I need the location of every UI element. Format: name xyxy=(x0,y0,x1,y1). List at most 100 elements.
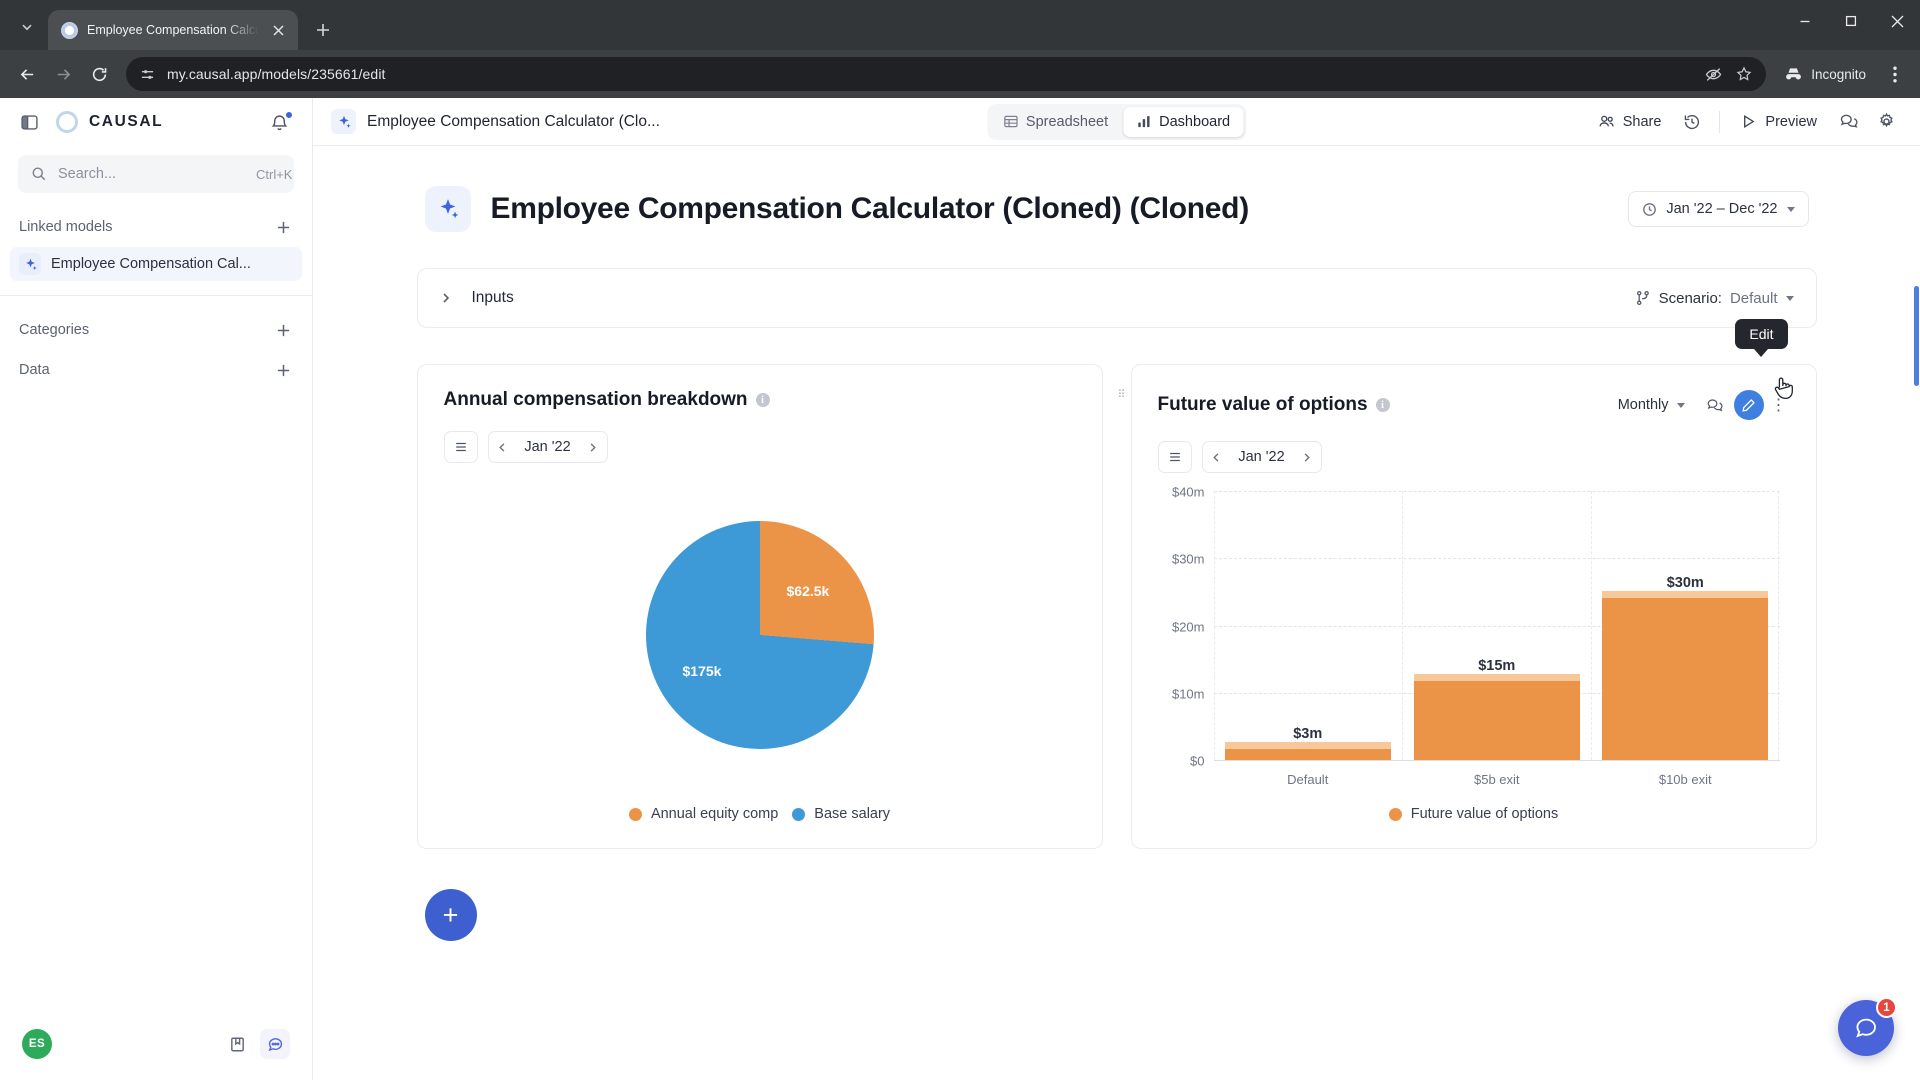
reload-icon[interactable] xyxy=(82,57,116,91)
back-arrow-icon[interactable] xyxy=(10,57,44,91)
causal-logo-icon xyxy=(56,111,78,133)
page-title: Employee Compensation Calculator (Cloned… xyxy=(490,192,1250,225)
support-chat-button[interactable]: 1 xyxy=(1838,997,1897,1056)
scenario-value: Default xyxy=(1729,289,1778,307)
tab-dashboard[interactable]: Dashboard xyxy=(1123,106,1244,137)
window-close-icon[interactable] xyxy=(1874,0,1920,42)
tab-label: Spreadsheet xyxy=(1025,113,1109,130)
legend-item[interactable]: Base salary xyxy=(792,806,890,822)
brand-logo[interactable]: CAUSAL xyxy=(56,111,163,133)
x-tick-label: $10b exit xyxy=(1658,772,1712,787)
view-tabs: Spreadsheet Dashboard xyxy=(986,103,1247,140)
pie-chart-area: $62.5k $175k xyxy=(444,469,1076,800)
card-drag-handle[interactable]: ⠿ xyxy=(1118,390,1132,401)
tab-spreadsheet[interactable]: Spreadsheet xyxy=(990,107,1121,137)
dashboard-canvas: Employee Compensation Calculator (Cloned… xyxy=(313,146,1920,1080)
tab-search-icon[interactable] xyxy=(10,10,44,44)
period-label: Jan '22 xyxy=(524,439,571,455)
edit-chart-button[interactable] xyxy=(1733,390,1764,420)
legend-label: Annual equity comp xyxy=(650,806,779,822)
window-controls xyxy=(1782,0,1920,42)
maximize-icon[interactable] xyxy=(1828,0,1874,42)
legend-label: Future value of options xyxy=(1410,806,1559,822)
page-settings-icon[interactable] xyxy=(140,67,155,82)
sidebar-header: CAUSAL xyxy=(0,98,312,146)
scrollbar[interactable] xyxy=(1914,194,1920,1080)
search-icon xyxy=(31,166,47,182)
info-icon[interactable]: i xyxy=(1375,398,1390,412)
avatar[interactable]: ES xyxy=(22,1029,52,1059)
card-header: Future value of options i Monthly ⋮ xyxy=(1158,389,1790,421)
model-breadcrumb[interactable]: Employee Compensation Calculator (Clo... xyxy=(331,109,660,134)
incognito-indicator[interactable]: Incognito xyxy=(1776,59,1878,89)
period-next-button[interactable] xyxy=(1293,442,1321,472)
chevron-right-icon[interactable] xyxy=(440,292,458,304)
legend-item[interactable]: Annual equity comp xyxy=(628,806,779,822)
add-linked-model-button[interactable] xyxy=(273,217,293,237)
legend-item[interactable]: Future value of options xyxy=(1388,806,1559,822)
star-icon[interactable] xyxy=(1736,66,1752,82)
period-prev-button[interactable] xyxy=(1203,442,1231,472)
bar[interactable]: $30m xyxy=(1602,575,1769,760)
scenario-branch-icon xyxy=(1635,290,1651,306)
app-topbar: Employee Compensation Calculator (Clo...… xyxy=(313,98,1920,146)
bar-chart[interactable]: $40m $30m $20m $10m $0 $3m Default $15m … xyxy=(1158,479,1790,800)
date-range-selector[interactable]: Jan '22 – Dec '22 xyxy=(1628,191,1809,227)
share-button[interactable]: Share xyxy=(1589,106,1671,138)
forward-arrow-icon[interactable] xyxy=(46,57,80,91)
bar[interactable]: $15m xyxy=(1413,658,1580,760)
bar-group[interactable]: $15m $5b exit xyxy=(1413,658,1580,787)
spreadsheet-icon xyxy=(1003,114,1018,129)
search-shortcut-label: Ctrl+K xyxy=(256,166,293,182)
add-data-button[interactable] xyxy=(273,360,293,380)
chart-toolbar: Jan '22 xyxy=(443,431,1076,463)
bar[interactable]: $3m xyxy=(1224,726,1391,760)
support-chat-icon[interactable] xyxy=(260,1029,290,1059)
new-tab-button[interactable] xyxy=(308,15,338,45)
period-next-button[interactable] xyxy=(579,432,607,462)
inputs-label: Inputs xyxy=(471,289,514,306)
chevron-down-icon xyxy=(1785,295,1794,301)
tab-title: Employee Compensation Calcu xyxy=(87,23,259,37)
minimize-icon[interactable] xyxy=(1782,0,1828,42)
browser-window: Employee Compensation Calcu my.causal.ap… xyxy=(0,0,1920,1080)
address-bar[interactable]: my.causal.app/models/235661/edit xyxy=(126,57,1767,91)
granularity-selector[interactable]: Monthly xyxy=(1607,389,1696,421)
model-sparkle-icon xyxy=(19,253,41,275)
add-widget-button[interactable]: + xyxy=(424,889,477,941)
sidebar-item-linked-model[interactable]: Employee Compensation Cal... xyxy=(10,247,302,281)
section-linked-models: Linked models xyxy=(0,207,312,247)
preview-button[interactable]: Preview xyxy=(1731,106,1826,138)
period-prev-button[interactable] xyxy=(489,432,517,462)
settings-gear-icon[interactable] xyxy=(1870,106,1902,138)
scenario-label: Scenario: xyxy=(1658,289,1722,307)
tab-close-icon[interactable] xyxy=(268,20,288,40)
tracking-protection-icon[interactable] xyxy=(1705,66,1722,83)
pie-chart[interactable]: $62.5k $175k xyxy=(645,520,874,749)
version-history-icon[interactable] xyxy=(1676,106,1708,138)
notifications-bell-icon[interactable] xyxy=(270,111,293,133)
info-icon[interactable]: i xyxy=(755,393,770,407)
comments-icon[interactable] xyxy=(1832,106,1864,138)
search-input[interactable] xyxy=(58,166,245,182)
chart-toolbar: Jan '22 xyxy=(1157,441,1790,473)
three-dot-menu-icon[interactable] xyxy=(1880,66,1910,83)
bar-group[interactable]: $3m Default xyxy=(1224,726,1391,787)
bar-value-label: $3m xyxy=(1293,726,1323,742)
add-category-button[interactable] xyxy=(273,320,293,340)
scrollbar-thumb[interactable] xyxy=(1914,286,1919,386)
browser-tab[interactable]: Employee Compensation Calcu xyxy=(48,10,298,50)
pie-legend: Annual equity comp Base salary xyxy=(444,800,1076,822)
search-box[interactable]: Ctrl+K xyxy=(18,155,294,193)
chart-menu-icon[interactable] xyxy=(443,431,478,463)
scenario-selector[interactable]: Scenario: Default xyxy=(1635,290,1794,307)
chart-menu-icon[interactable] xyxy=(1157,441,1192,473)
sidebar-search-wrap: Ctrl+K xyxy=(0,146,312,193)
people-icon xyxy=(1598,113,1615,130)
card-comments-icon[interactable] xyxy=(1700,390,1730,420)
docs-book-icon[interactable] xyxy=(222,1029,252,1059)
bar-group[interactable]: $30m $10b exit xyxy=(1602,575,1769,787)
sidebar-collapse-icon[interactable] xyxy=(20,111,42,133)
inputs-panel[interactable]: Inputs Scenario: Default xyxy=(416,268,1817,328)
sidebar-divider xyxy=(0,295,312,296)
